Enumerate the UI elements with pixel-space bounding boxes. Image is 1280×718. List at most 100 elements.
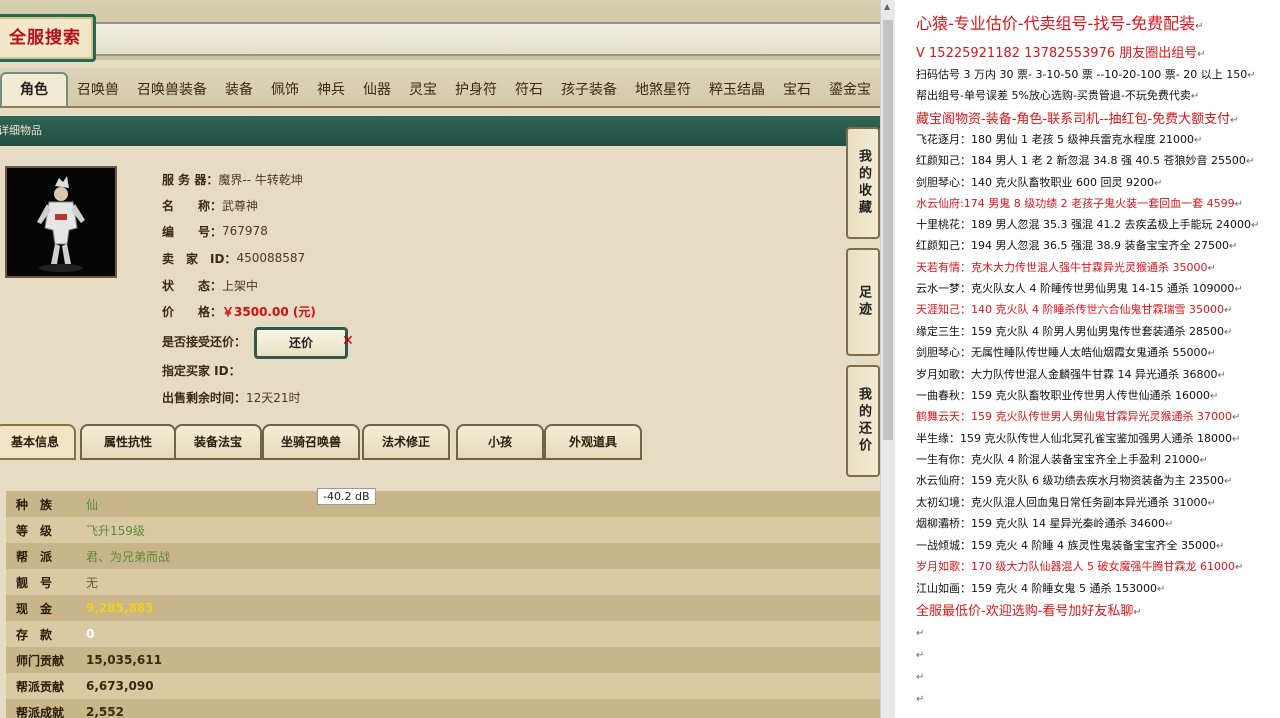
doc-line-text: 太初幻境：克火队混人回血鬼日常任务副本异光通杀 31000 xyxy=(916,496,1208,509)
tab-category-9[interactable]: 符石 xyxy=(506,74,552,106)
tab-detail-3[interactable]: 坐骑召唤兽 xyxy=(262,424,360,460)
name-label: 名 称： xyxy=(162,198,223,213)
doc-line: 天若有情：克木大力传世混人强牛甘霖异光灵猴通杀 35000↵ xyxy=(916,259,1216,275)
paragraph-mark-icon: ↵ xyxy=(1234,562,1244,573)
doc-line-text: 剑胆琴心：无属性睡队传世睡人太皓仙烟霞女鬼通杀 55000 xyxy=(916,346,1208,359)
doc-line: 太初幻境：克火队混人回血鬼日常任务副本异光通杀 31000↵ xyxy=(916,494,1216,510)
status-value: 上架中 xyxy=(222,278,259,293)
table-row: 师门贡献 15,035,611 xyxy=(6,647,880,673)
tab-detail-0[interactable]: 基本信息 xyxy=(0,424,76,460)
table-row: 帮派贡献 6,673,090 xyxy=(6,673,880,699)
doc-line-text: 飞花逐月：180 男仙 1 老孩 5 级神兵雷克水程度 21000 xyxy=(916,133,1194,146)
paragraph-mark-icon: ↵ xyxy=(916,672,925,683)
doc-line-text: 水云仙府：159 克火队 6 级功绩去疾水月物资装备为主 23500 xyxy=(916,474,1224,487)
tab-category-12[interactable]: 粹玉结晶 xyxy=(700,74,774,106)
stat-value: 君、为兄弟而战 xyxy=(86,549,171,564)
seller-value: 450088587 xyxy=(236,251,306,265)
doc-line-text: 十里桃花：189 男人忽混 35.3 强混 41.2 去疾孟极上手能玩 2400… xyxy=(916,218,1251,231)
search-bar[interactable] xyxy=(90,22,880,56)
tab-detail-2[interactable]: 装备法宝 xyxy=(174,424,262,460)
stat-label: 现 金 xyxy=(16,601,53,616)
side-tab-favorites[interactable]: 我的收藏 xyxy=(846,127,880,239)
doc-line: 一战倾城：159 克火 4 阶睡 4 族灵性鬼装备宝宝齐全 35000↵ xyxy=(916,537,1224,553)
tab-detail-4[interactable]: 法术修正 xyxy=(362,424,450,460)
stat-label: 师门贡献 xyxy=(16,653,65,668)
paragraph-mark-icon: ↵ xyxy=(1231,412,1241,423)
tab-category-2[interactable]: 召唤兽装备 xyxy=(128,74,216,106)
price-row: 价 格： ￥3500.00 (元) xyxy=(162,301,316,321)
section-header: 详细物品 xyxy=(0,116,880,146)
scroll-up-icon[interactable]: ▲ xyxy=(884,2,890,11)
doc-line-text: 扫码估号 3 万内 30 票- 3-10-50 票 --10-20-100 票-… xyxy=(916,68,1248,81)
tab-detail-1[interactable]: 属性抗性 xyxy=(80,424,176,460)
tab-category-8[interactable]: 护身符 xyxy=(446,74,506,106)
doc-line: 烟柳灞桥：159 克火队 14 星异光秦岭通杀 34600↵ xyxy=(916,515,1173,531)
doc-line-text: 一曲春秋：159 克火队畜牧职业传世男人传世仙通杀 16000 xyxy=(916,389,1210,402)
doc-line-text: 帮出组号-单号误差 5%放心选购-买贵管退-不玩免费代卖 xyxy=(916,89,1191,102)
doc-line-text: 云水一梦：克火队女人 4 阶睡传世男仙男鬼 14-15 通杀 109000 xyxy=(916,282,1235,295)
paragraph-mark-icon: ↵ xyxy=(1228,241,1238,252)
bargain-label: 是否接受还价： xyxy=(162,334,247,349)
table-row: 等 级 飞升159级 xyxy=(6,517,880,543)
tab-detail-5[interactable]: 小孩 xyxy=(456,424,544,460)
paragraph-mark-icon: ↵ xyxy=(1223,476,1233,487)
doc-line-text: 天涯知己：140 克火队 4 阶睡杀传世六合仙鬼甘霖瑞雪 35000 xyxy=(916,303,1224,316)
paragraph-mark-icon: ↵ xyxy=(1207,348,1216,359)
side-tab-label: 我的收藏 xyxy=(856,149,871,217)
buyer-label: 指定买家 ID： xyxy=(162,363,241,378)
id-label: 编 号： xyxy=(162,224,223,239)
doc-line: 十里桃花：189 男人忽混 35.3 强混 41.2 去疾孟极上手能玩 2400… xyxy=(916,216,1259,232)
paragraph-mark-icon: ↵ xyxy=(1215,541,1225,552)
doc-line: 帮出组号-单号误差 5%放心选购-买贵管退-不玩免费代卖↵ xyxy=(916,87,1199,103)
tab-detail-6[interactable]: 外观道具 xyxy=(544,424,642,460)
doc-line-text: 岁月如歌：170 级大力队仙器混人 5 破女魔强牛腾甘霖龙 61000 xyxy=(916,560,1235,573)
paragraph-mark-icon: ↵ xyxy=(1156,584,1166,595)
doc-line: 扫码估号 3 万内 30 票- 3-10-50 票 --10-20-100 票-… xyxy=(916,66,1256,82)
tab-category-1[interactable]: 召唤兽 xyxy=(68,74,128,106)
bargain-button[interactable]: 还价 xyxy=(254,327,348,359)
side-tab-my-bargains[interactable]: 我的还价 xyxy=(846,365,880,477)
doc-line: 鹤舞云天：159 克火队传世男人男仙鬼甘霖异光灵猴通杀 37000↵ xyxy=(916,408,1240,424)
doc-line: 缘定三生：159 克火队 4 阶男人男仙男鬼传世套装通杀 28500↵ xyxy=(916,323,1232,339)
scrollbar[interactable]: ▲ xyxy=(880,0,895,718)
id-row: 编 号： 767978 xyxy=(162,221,268,241)
tab-category-4[interactable]: 佩饰 xyxy=(262,74,308,106)
paragraph-mark-icon: ↵ xyxy=(1197,49,1206,60)
tab-category-0[interactable]: 角色 xyxy=(0,72,68,106)
doc-line: 半生缘：159 克火队传世人仙北冥孔雀宝鉴加强男人通杀 18000↵ xyxy=(916,430,1240,446)
name-value: 武尊神 xyxy=(222,198,259,213)
remaining-value: 12天21时 xyxy=(246,390,301,405)
paragraph-mark-icon: ↵ xyxy=(1164,519,1174,530)
scrollbar-thumb[interactable] xyxy=(883,20,893,440)
doc-line-text: 心猿-专业估价-代卖组号-找号-免费配装 xyxy=(916,14,1196,33)
doc-line-text: 岁月如歌：大力队传世混人金麟强牛甘霖 14 异光通杀 36800 xyxy=(916,368,1218,381)
stat-label: 帮派成就 xyxy=(16,705,65,718)
doc-line: 一曲春秋：159 克火队畜牧职业传世男人传世仙通杀 16000↵ xyxy=(916,387,1218,403)
tab-category-6[interactable]: 仙器 xyxy=(354,74,400,106)
doc-line: 云水一梦：克火队女人 4 阶睡传世男仙男鬼 14-15 通杀 109000↵ xyxy=(916,280,1243,296)
remaining-row: 出售剩余时间： 12天21时 xyxy=(162,387,301,407)
tab-category-13[interactable]: 宝石 xyxy=(774,74,820,106)
tab-category-14[interactable]: 鎏金宝 xyxy=(820,74,880,106)
stat-label: 等 级 xyxy=(16,523,53,538)
doc-line: 红颜知己：194 男人忽混 36.5 强混 38.9 装备宝宝齐全 27500↵ xyxy=(916,237,1237,253)
tab-category-10[interactable]: 孩子装备 xyxy=(552,74,626,106)
side-tab-footprints[interactable]: 足迹 xyxy=(846,248,880,356)
table-row: 帮 派 君、为兄弟而战 xyxy=(6,543,880,569)
tab-category-11[interactable]: 地煞星符 xyxy=(626,74,700,106)
doc-line: 江山如画：159 克火 4 阶睡女鬼 5 通杀 153000↵ xyxy=(916,580,1165,596)
paragraph-mark-icon: ↵ xyxy=(1133,607,1142,618)
tab-category-5[interactable]: 神兵 xyxy=(308,74,354,106)
document-panel: 心猿-专业估价-代卖组号-找号-免费配装↵ V 15225921182 13782… xyxy=(895,0,1280,718)
doc-line: 红颜知己：184 男人 1 老 2 新忽混 34.8 强 40.5 苍狼妙音 2… xyxy=(916,152,1254,168)
stat-value: 6,673,090 xyxy=(86,679,154,693)
search-title[interactable]: 全服搜索 xyxy=(0,14,96,62)
tab-category-3[interactable]: 装备 xyxy=(216,74,262,106)
character-figure-icon xyxy=(7,168,115,276)
paragraph-mark-icon: ↵ xyxy=(1231,434,1241,445)
stat-label: 存 款 xyxy=(16,627,53,642)
doc-line-text: 红颜知己：194 男人忽混 36.5 强混 38.9 装备宝宝齐全 27500 xyxy=(916,239,1229,252)
tab-category-7[interactable]: 灵宝 xyxy=(400,74,446,106)
doc-line-text: 鹤舞云天：159 克火队传世男人男仙鬼甘霖异光灵猴通杀 37000 xyxy=(916,410,1232,423)
doc-line: 剑胆琴心：无属性睡队传世睡人太皓仙烟霞女鬼通杀 55000↵ xyxy=(916,344,1216,360)
